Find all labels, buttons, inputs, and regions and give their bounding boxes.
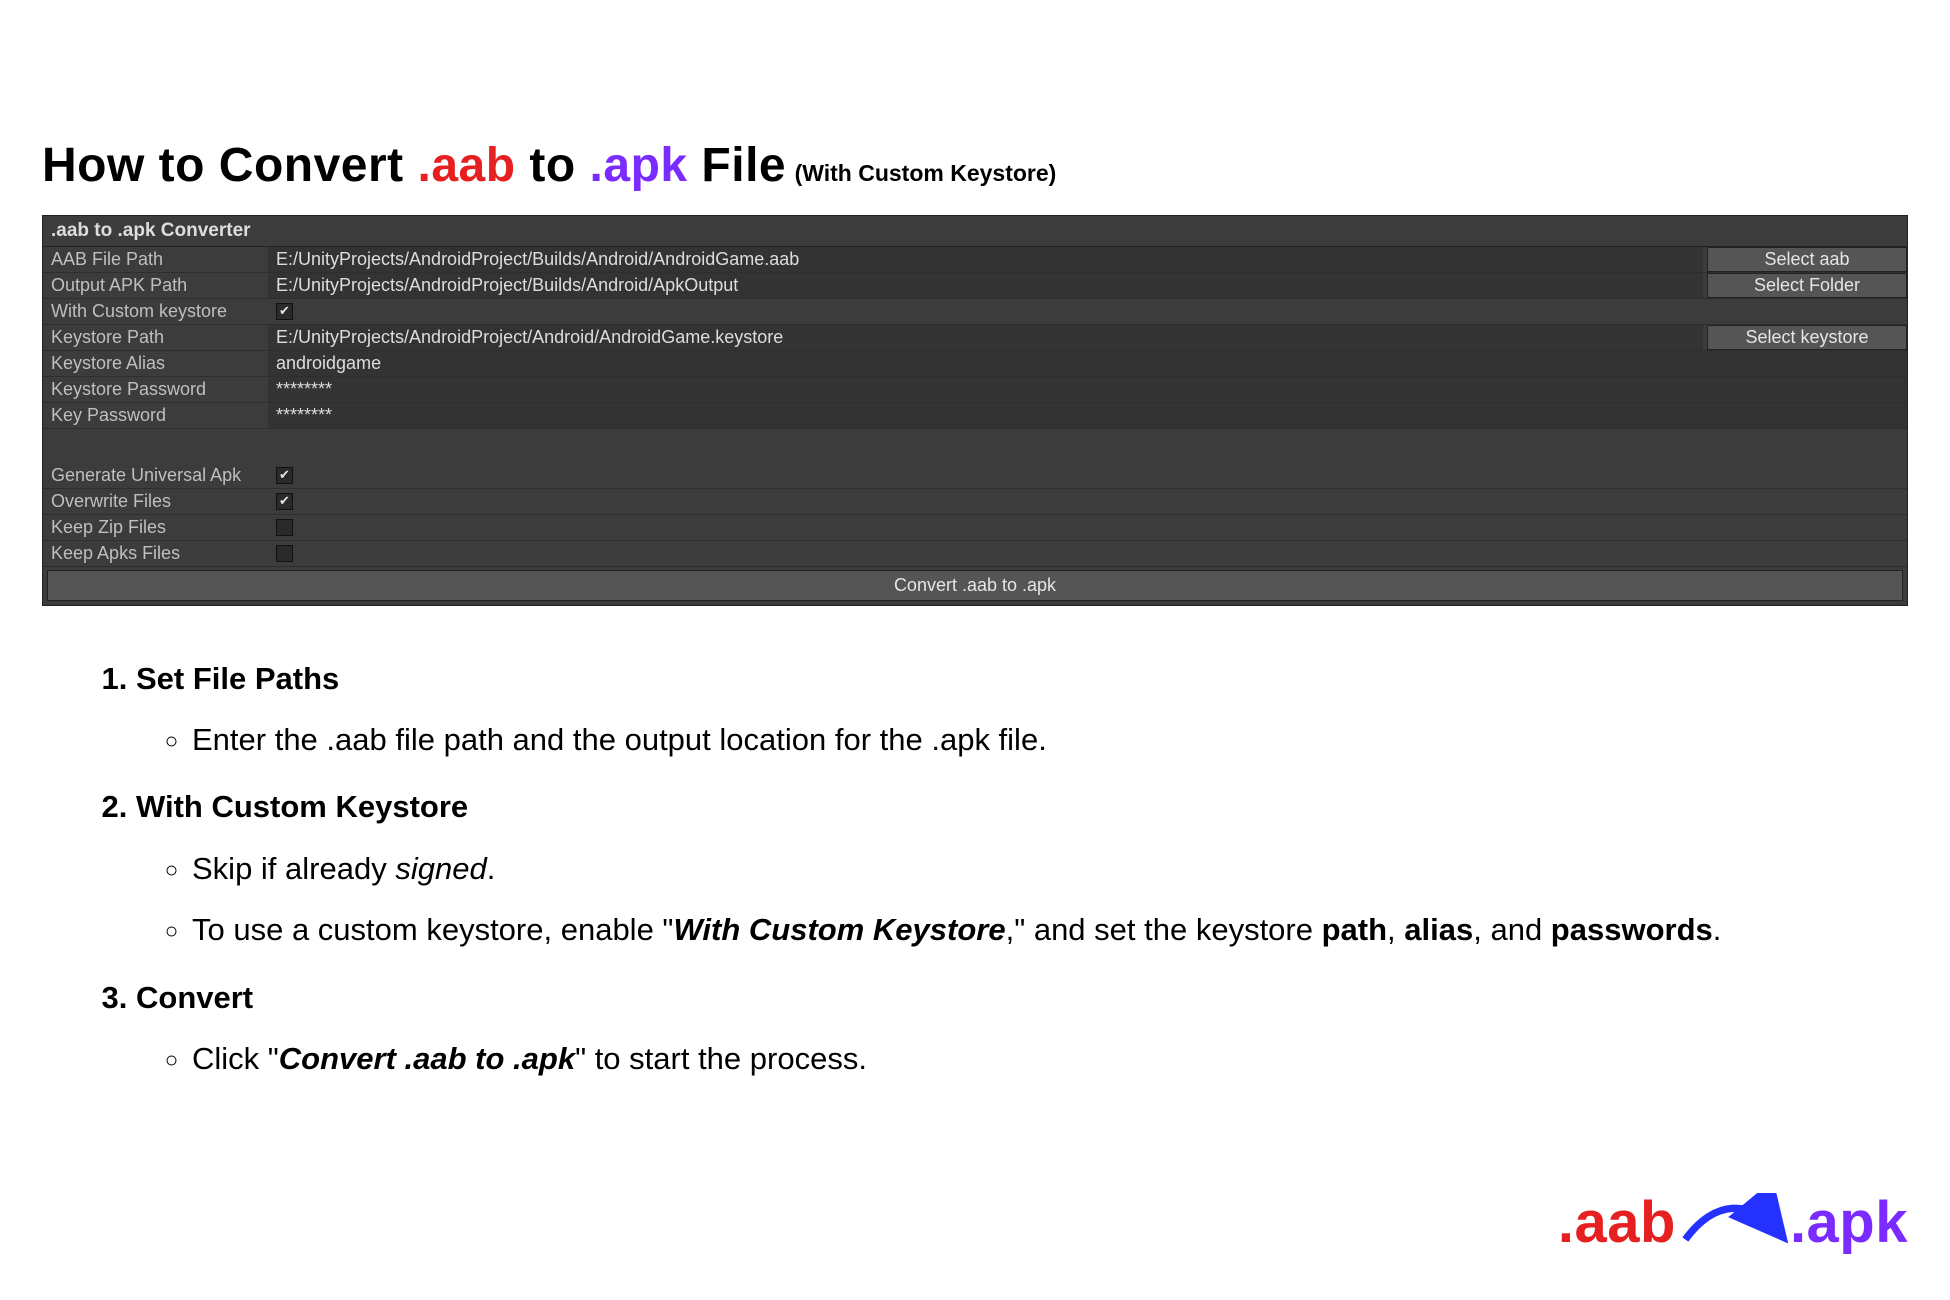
title-text: File	[688, 139, 787, 192]
row-gen-universal: Generate Universal Apk	[43, 463, 1907, 489]
checkbox-with-keystore[interactable]	[276, 303, 293, 320]
panel-header: .aab to .apk Converter	[43, 216, 1907, 247]
row-out-path: Output APK Path E:/UnityProjects/Android…	[43, 273, 1907, 299]
footer-aab: .aab	[1558, 1189, 1676, 1256]
panel-spacer	[43, 429, 1907, 463]
title-text: How to Convert	[42, 139, 418, 192]
arrow-icon	[1678, 1193, 1788, 1253]
step-3-bullet: Click "Convert .aab to .apk" to start th…	[192, 1030, 1850, 1087]
row-with-keystore: With Custom keystore	[43, 299, 1907, 325]
row-keep-apks: Keep Apks Files	[43, 541, 1907, 567]
input-keystore-path[interactable]: E:/UnityProjects/AndroidProject/Android/…	[268, 325, 1703, 350]
checkbox-keep-apks[interactable]	[276, 545, 293, 562]
label-out-path: Output APK Path	[43, 273, 268, 298]
converter-panel: .aab to .apk Converter AAB File Path E:/…	[42, 215, 1908, 606]
instructions: Set File Paths Enter the .aab file path …	[42, 606, 1908, 1087]
label-with-keystore: With Custom keystore	[43, 299, 268, 324]
row-aab-path: AAB File Path E:/UnityProjects/AndroidPr…	[43, 247, 1907, 273]
label-keep-apks: Keep Apks Files	[43, 541, 268, 566]
title-aab: .aab	[418, 139, 516, 192]
step-1: Set File Paths Enter the .aab file path …	[136, 650, 1850, 769]
label-keystore-password: Keystore Password	[43, 377, 268, 402]
row-keystore-password: Keystore Password ********	[43, 377, 1907, 403]
select-keystore-button[interactable]: Select keystore	[1707, 325, 1907, 350]
title-apk: .apk	[590, 139, 688, 192]
step-1-title: Set File Paths	[136, 661, 339, 696]
page-title: How to Convert .aab to .apk File	[42, 140, 786, 193]
row-keep-zip: Keep Zip Files	[43, 515, 1907, 541]
row-overwrite: Overwrite Files	[43, 489, 1907, 515]
input-out-path[interactable]: E:/UnityProjects/AndroidProject/Builds/A…	[268, 273, 1703, 298]
select-folder-button[interactable]: Select Folder	[1707, 273, 1907, 298]
footer-logo: .aab .apk	[1558, 1189, 1908, 1256]
checkbox-overwrite[interactable]	[276, 493, 293, 510]
row-keystore-alias: Keystore Alias androidgame	[43, 351, 1907, 377]
input-aab-path[interactable]: E:/UnityProjects/AndroidProject/Builds/A…	[268, 247, 1703, 272]
step-2-bullet-1: Skip if already signed.	[192, 840, 1850, 897]
label-overwrite: Overwrite Files	[43, 489, 268, 514]
step-3: Convert Click "Convert .aab to .apk" to …	[136, 969, 1850, 1088]
step-1-bullet: Enter the .aab file path and the output …	[192, 711, 1850, 768]
step-2-title: With Custom Keystore	[136, 789, 468, 824]
step-2: With Custom Keystore Skip if already sig…	[136, 778, 1850, 958]
label-keystore-alias: Keystore Alias	[43, 351, 268, 376]
label-keystore-path: Keystore Path	[43, 325, 268, 350]
convert-button[interactable]: Convert .aab to .apk	[47, 570, 1903, 601]
page-subtitle: (With Custom Keystore)	[795, 160, 1057, 187]
label-gen-universal: Generate Universal Apk	[43, 463, 268, 488]
title-text: to	[516, 139, 590, 192]
label-aab-path: AAB File Path	[43, 247, 268, 272]
row-keystore-path: Keystore Path E:/UnityProjects/AndroidPr…	[43, 325, 1907, 351]
row-key-password: Key Password ********	[43, 403, 1907, 429]
step-2-bullet-2: To use a custom keystore, enable "With C…	[192, 901, 1850, 958]
input-key-password[interactable]: ********	[268, 403, 1907, 428]
checkbox-gen-universal[interactable]	[276, 467, 293, 484]
label-keep-zip: Keep Zip Files	[43, 515, 268, 540]
label-key-password: Key Password	[43, 403, 268, 428]
step-3-title: Convert	[136, 980, 253, 1015]
input-keystore-alias[interactable]: androidgame	[268, 351, 1907, 376]
input-keystore-password[interactable]: ********	[268, 377, 1907, 402]
select-aab-button[interactable]: Select aab	[1707, 247, 1907, 272]
checkbox-keep-zip[interactable]	[276, 519, 293, 536]
footer-apk: .apk	[1790, 1189, 1908, 1256]
